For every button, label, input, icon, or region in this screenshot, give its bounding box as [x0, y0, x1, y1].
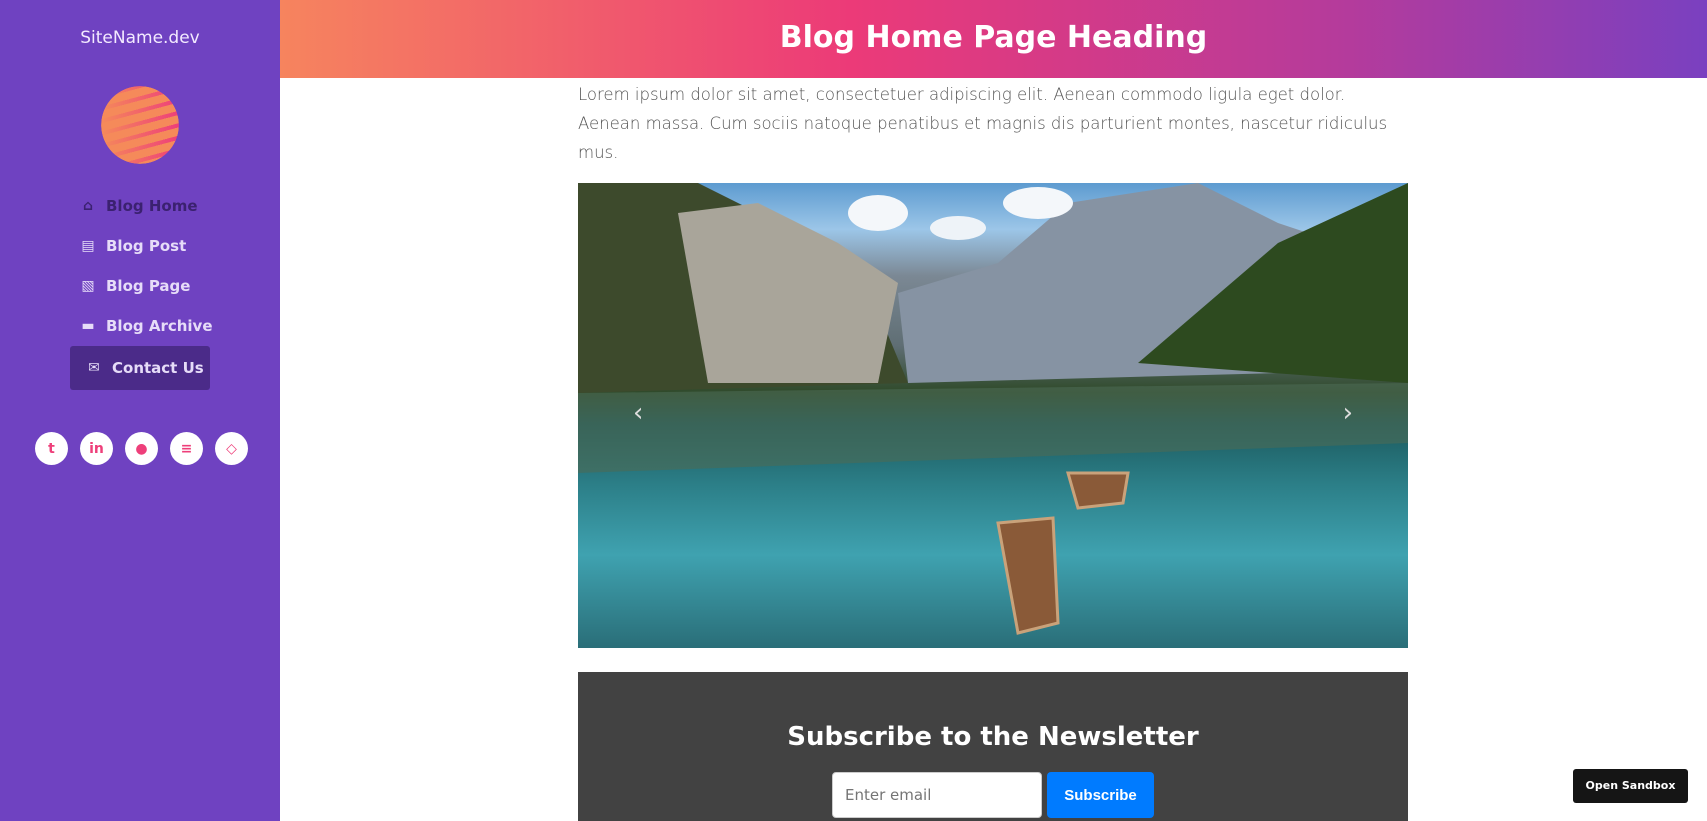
codepen-icon[interactable]: ◇ — [215, 432, 248, 465]
newsletter-title: Subscribe to the Newsletter — [787, 722, 1199, 752]
twitter-icon[interactable]: t — [35, 432, 68, 465]
sidebar-item-label: Blog Page — [106, 277, 191, 295]
sidebar-item-blog-post[interactable]: ▤ Blog Post — [0, 226, 280, 266]
open-sandbox-button[interactable]: Open Sandbox — [1573, 769, 1688, 803]
file-icon: ▤ — [81, 238, 95, 254]
sidebar-item-blog-home[interactable]: ⌂ Blog Home — [0, 186, 280, 226]
sidebar-item-label: Contact Us — [112, 359, 204, 377]
sidebar: SiteName.dev ⌂ Blog Home ▤ Blog Post ▧ Blog… — [0, 0, 280, 821]
lead-paragraph: Lorem ipsum dolor sit amet, consectetuer… — [578, 85, 1388, 162]
github-icon[interactable]: ● — [125, 432, 158, 465]
social-links: t in ● ≡ ◇ — [35, 432, 248, 465]
site-name[interactable]: SiteName.dev — [0, 28, 280, 48]
home-icon: ⌂ — [82, 198, 94, 214]
lake-mountain-image — [578, 183, 1408, 635]
sidebar-item-contact-us[interactable]: ✉ Contact Us — [70, 346, 210, 390]
carousel-next-icon[interactable]: › — [1343, 398, 1353, 428]
file-image-icon: ▧ — [81, 278, 95, 294]
newsletter-section: Subscribe to the Newsletter Subscribe — [578, 672, 1408, 821]
image-carousel[interactable]: ‹ › — [578, 183, 1408, 648]
logo-globe-icon — [101, 86, 179, 164]
email-input[interactable] — [832, 772, 1042, 818]
linkedin-icon[interactable]: in — [80, 432, 113, 465]
envelope-icon: ✉ — [88, 360, 100, 376]
page-title: Blog Home Page Heading — [779, 20, 1208, 55]
sidebar-item-blog-page[interactable]: ▧ Blog Page — [0, 266, 280, 306]
archive-icon: ▬ — [81, 318, 95, 334]
subscribe-button[interactable]: Subscribe — [1047, 772, 1154, 818]
sidebar-item-blog-archive[interactable]: ▬ Blog Archive — [0, 306, 280, 346]
sidebar-item-label: Blog Archive — [106, 317, 213, 335]
sidebar-item-label: Blog Post — [106, 237, 187, 255]
stackoverflow-icon[interactable]: ≡ — [170, 432, 203, 465]
newsletter-form: Subscribe — [578, 772, 1408, 818]
page-header: Blog Home Page Heading — [280, 0, 1707, 78]
sidebar-nav: ⌂ Blog Home ▤ Blog Post ▧ Blog Page ▬ Blog A… — [0, 186, 280, 390]
sidebar-item-label: Blog Home — [106, 197, 198, 215]
carousel-prev-icon[interactable]: ‹ — [633, 398, 643, 428]
